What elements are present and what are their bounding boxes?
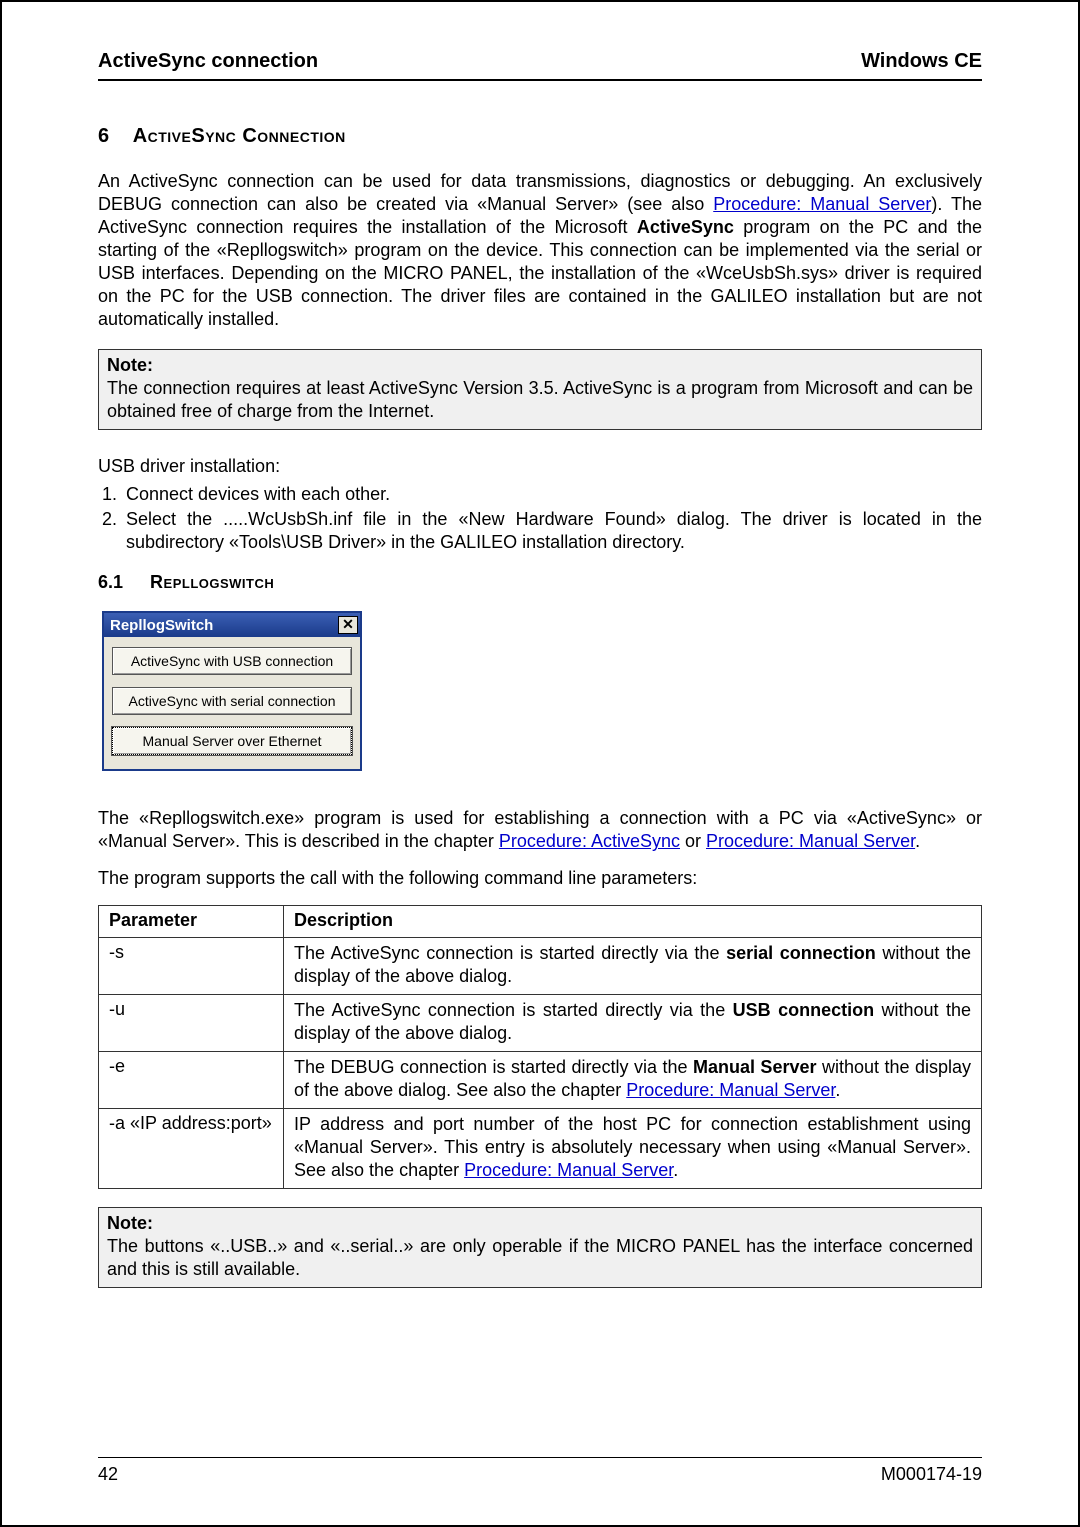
table-header-row: Parameter Description — [99, 905, 982, 937]
step-2: Select the .....WcUsbSh.inf file in the … — [122, 508, 982, 554]
close-icon[interactable]: ✕ — [338, 616, 358, 634]
parameters-table: Parameter Description -s The ActiveSync … — [98, 905, 982, 1189]
note-body-2: The buttons «..USB..» and «..serial..» a… — [107, 1236, 973, 1279]
after-dialog-paragraph-1: The «Repllogswitch.exe» program is used … — [98, 807, 982, 853]
note-box-2: Note: The buttons «..USB..» and «..seria… — [98, 1207, 982, 1288]
document-page: ActiveSync connection Windows CE 6 Activ… — [0, 0, 1080, 1527]
dialog-body: ActiveSync with USB connection ActiveSyn… — [104, 637, 360, 769]
procedure-manual-server-link[interactable]: Procedure: Manual Server — [713, 194, 931, 214]
param-e: -e — [99, 1051, 284, 1108]
subsection-heading: 6.1 Repllogswitch — [98, 572, 982, 593]
procedure-manual-server-link-2[interactable]: Procedure: Manual Server — [706, 831, 915, 851]
param-a: -a «IP address:port» — [99, 1108, 284, 1188]
desc-s: The ActiveSync connection is started dir… — [284, 937, 982, 994]
section-number: 6 — [98, 125, 109, 148]
note-title-2: Note: — [107, 1213, 153, 1233]
after-dialog-paragraph-2: The program supports the call with the f… — [98, 867, 982, 890]
page-footer: 42 M000174-19 — [98, 1457, 982, 1485]
procedure-activesync-link[interactable]: Procedure: ActiveSync — [499, 831, 680, 851]
desc-e: The DEBUG connection is started directly… — [284, 1051, 982, 1108]
ad-or: or — [680, 831, 706, 851]
note-box-1: Note: The connection requires at least A… — [98, 349, 982, 430]
activesync-serial-button[interactable]: ActiveSync with serial connection — [112, 687, 352, 715]
usb-install-steps: Connect devices with each other. Select … — [122, 483, 982, 554]
procedure-manual-server-link-4[interactable]: Procedure: Manual Server — [464, 1160, 673, 1180]
ad-period: . — [915, 831, 920, 851]
subsection-title-text: Repllogswitch — [150, 572, 274, 592]
desc-a: IP address and port number of the host P… — [284, 1108, 982, 1188]
page-number: 42 — [98, 1464, 118, 1485]
procedure-manual-server-link-3[interactable]: Procedure: Manual Server — [626, 1080, 835, 1100]
header-right: Windows CE — [861, 50, 982, 73]
doc-id: M000174-19 — [881, 1464, 982, 1485]
table-row: -u The ActiveSync connection is started … — [99, 994, 982, 1051]
table-row: -s The ActiveSync connection is started … — [99, 937, 982, 994]
repllogswitch-dialog: RepllogSwitch ✕ ActiveSync with USB conn… — [102, 611, 362, 771]
note-title: Note: — [107, 355, 153, 375]
page-header: ActiveSync connection Windows CE — [98, 50, 982, 81]
header-left: ActiveSync connection — [98, 50, 318, 73]
param-s: -s — [99, 937, 284, 994]
section-heading: 6 ActiveSync Connection — [98, 125, 982, 148]
param-u: -u — [99, 994, 284, 1051]
step-1: Connect devices with each other. — [122, 483, 982, 506]
activesync-bold: ActiveSync — [637, 217, 734, 237]
usb-install-heading: USB driver installation: — [98, 456, 982, 477]
intro-paragraph: An ActiveSync connection can be used for… — [98, 170, 982, 331]
note-body: The connection requires at least ActiveS… — [107, 378, 973, 421]
th-parameter: Parameter — [99, 905, 284, 937]
table-row: -e The DEBUG connection is started direc… — [99, 1051, 982, 1108]
dialog-titlebar: RepllogSwitch ✕ — [104, 613, 360, 637]
manual-server-ethernet-button[interactable]: Manual Server over Ethernet — [112, 727, 352, 755]
dialog-title: RepllogSwitch — [110, 617, 213, 634]
activesync-usb-button[interactable]: ActiveSync with USB connection — [112, 647, 352, 675]
th-description: Description — [284, 905, 982, 937]
desc-u: The ActiveSync connection is started dir… — [284, 994, 982, 1051]
subsection-number: 6.1 — [98, 572, 123, 593]
section-title-text: ActiveSync Connection — [133, 125, 346, 147]
table-row: -a «IP address:port» IP address and port… — [99, 1108, 982, 1188]
